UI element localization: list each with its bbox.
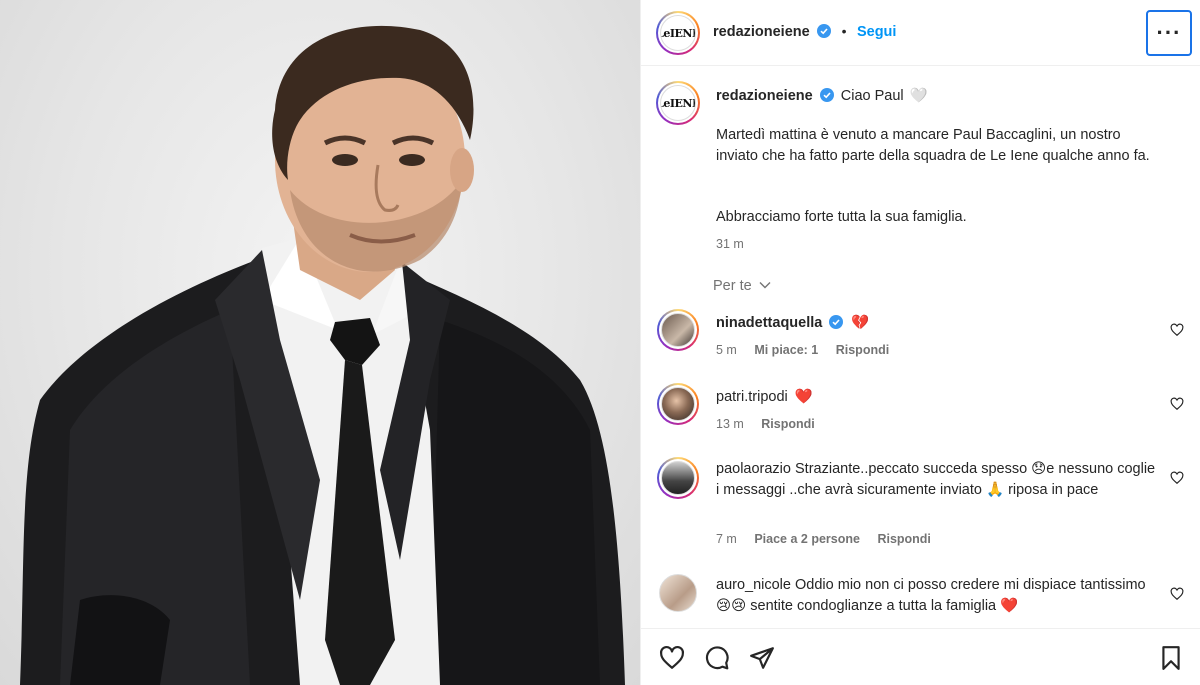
comment-likes[interactable]: Piace a 2 persone	[754, 532, 860, 546]
caption-username[interactable]: redazioneiene	[716, 88, 813, 104]
heart-icon[interactable]	[659, 645, 685, 671]
comment-text-line: ninadettaquella 💔	[716, 313, 1156, 334]
comment-item: auro_nicole Oddio mio non ci posso crede…	[641, 570, 1200, 628]
author-username[interactable]: redazioneiene	[713, 24, 810, 40]
white-heart-emoji: 🤍	[909, 88, 928, 104]
more-options-button[interactable]: ···	[1146, 10, 1192, 56]
verified-icon	[817, 24, 832, 38]
caption-paragraph-1: Martedì mattina è venuto a mancare Paul …	[716, 127, 1150, 164]
caption-title-line: redazioneiene Ciao Paul 🤍	[716, 86, 1156, 107]
header-user-line: redazioneiene • Segui	[713, 23, 896, 41]
comment-avatar[interactable]	[657, 309, 699, 351]
comment-avatar[interactable]	[657, 457, 699, 499]
caption-title: Ciao Paul	[840, 88, 904, 104]
author-avatar[interactable]: LeIENE	[656, 11, 700, 55]
comment-icon[interactable]	[704, 645, 730, 671]
more-icon: ···	[1156, 20, 1182, 45]
comment-text: ❤️	[794, 389, 813, 405]
reply-button[interactable]: Rispondi	[761, 417, 814, 431]
post-action-bar	[641, 628, 1200, 685]
heart-icon[interactable]	[1170, 471, 1184, 485]
iene-logo: LeIENE	[661, 26, 695, 40]
post-header: LeIENE redazioneiene • Segui ···	[641, 0, 1200, 66]
share-icon[interactable]	[749, 645, 775, 671]
separator-dot: •	[841, 23, 847, 39]
post-photo	[0, 0, 640, 685]
comment-username[interactable]: auro_nicole	[716, 577, 791, 593]
heart-icon[interactable]	[1170, 587, 1184, 601]
comment-avatar[interactable]	[657, 383, 699, 425]
bookmark-icon[interactable]	[1158, 645, 1184, 671]
heart-icon[interactable]	[1170, 397, 1184, 411]
reply-button[interactable]: Rispondi	[836, 343, 889, 357]
comment-avatar[interactable]	[659, 574, 697, 612]
follow-button[interactable]: Segui	[857, 24, 896, 40]
man-in-suit-illustration	[20, 25, 625, 685]
caption-avatar[interactable]: LeIENE	[656, 81, 700, 125]
comment-time: 13 m	[716, 417, 744, 431]
comments-filter-label: Per te	[713, 278, 752, 294]
comment-text-line: paolaorazio Straziante..peccato succeda …	[716, 459, 1156, 501]
comment-meta: 7 m Piace a 2 persone Rispondi	[716, 532, 945, 546]
comment-text-line: auro_nicole Oddio mio non ci posso crede…	[716, 575, 1156, 617]
iene-logo-small: LeIENE	[661, 96, 695, 110]
heart-icon[interactable]	[1170, 323, 1184, 337]
verified-icon	[819, 88, 834, 102]
caption-paragraph-2: Abbracciamo forte tutta la sua famiglia.	[716, 209, 967, 225]
comments-filter-dropdown[interactable]: Per te	[713, 278, 771, 294]
reply-button[interactable]: Rispondi	[877, 532, 930, 546]
verified-icon	[829, 315, 844, 329]
caption-timestamp: 31 m	[716, 237, 744, 251]
comment-text-line: patri.tripodi ❤️	[716, 387, 1156, 408]
comment-time: 7 m	[716, 532, 737, 546]
post-details-panel: LeIENE redazioneiene • Segui ··· LeIENE …	[640, 0, 1200, 685]
chevron-down-icon	[759, 282, 771, 289]
comment-meta: 5 m Mi piace: 1 Rispondi	[716, 343, 903, 357]
comment-username[interactable]: paolaorazio	[716, 461, 791, 477]
comment-username[interactable]: patri.tripodi	[716, 389, 788, 405]
comment-likes[interactable]: Mi piace: 1	[754, 343, 818, 357]
comment-username[interactable]: ninadettaquella	[716, 315, 822, 331]
comment-text: 💔	[851, 315, 870, 331]
comment-meta: 13 m Rispondi	[716, 417, 829, 431]
comment-time: 5 m	[716, 343, 737, 357]
